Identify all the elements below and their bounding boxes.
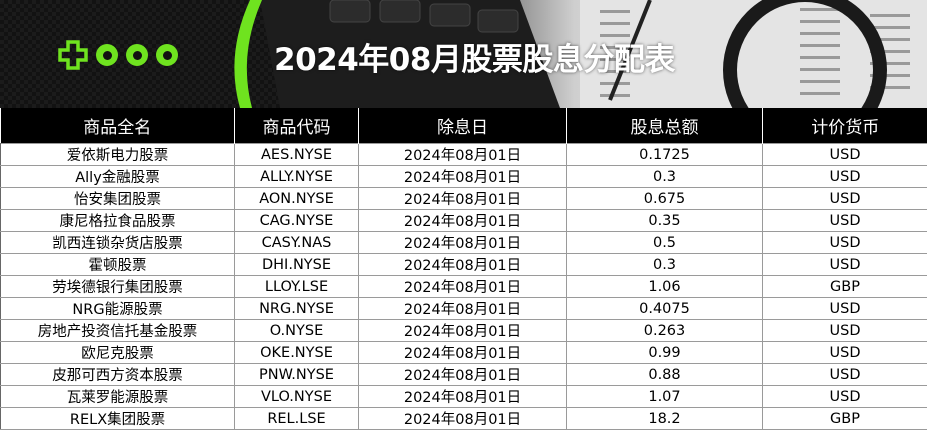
cell-ex-date: 2024年08月01日 (359, 298, 567, 320)
brand-dot-icon (126, 44, 148, 66)
cell-currency: USD (763, 342, 927, 364)
cell-dividend: 0.675 (567, 188, 763, 210)
table-row: NRG能源股票 NRG.NYSE 2024年08月01日 0.4075 USD (1, 298, 927, 320)
cell-currency: USD (763, 364, 927, 386)
cell-currency: USD (763, 320, 927, 342)
column-header-code: 商品代码 (235, 108, 359, 144)
cell-ex-date: 2024年08月01日 (359, 276, 567, 298)
cell-code: AON.NYSE (235, 188, 359, 210)
brand-dot-icon (156, 44, 178, 66)
cell-name: 凯西连锁杂货店股票 (1, 232, 235, 254)
cell-name: 皮那可西方资本股票 (1, 364, 235, 386)
cell-name: Ally金融股票 (1, 166, 235, 188)
cell-code: PNW.NYSE (235, 364, 359, 386)
table-row: RELX集团股票 REL.LSE 2024年08月01日 18.2 GBP (1, 408, 927, 430)
brand-dot-icon (96, 44, 118, 66)
table-row: Ally金融股票 ALLY.NYSE 2024年08月01日 0.3 USD (1, 166, 927, 188)
cell-code: ALLY.NYSE (235, 166, 359, 188)
cell-ex-date: 2024年08月01日 (359, 320, 567, 342)
cell-dividend: 0.1725 (567, 144, 763, 166)
table-row: 爱依斯电力股票 AES.NYSE 2024年08月01日 0.1725 USD (1, 144, 927, 166)
cell-name: 康尼格拉食品股票 (1, 210, 235, 232)
cell-name: 欧尼克股票 (1, 342, 235, 364)
cell-name: 瓦莱罗能源股票 (1, 386, 235, 408)
cell-currency: GBP (763, 276, 927, 298)
table-row: 霍顿股票 DHI.NYSE 2024年08月01日 0.3 USD (1, 254, 927, 276)
cell-ex-date: 2024年08月01日 (359, 232, 567, 254)
table-row: 皮那可西方资本股票 PNW.NYSE 2024年08月01日 0.88 USD (1, 364, 927, 386)
cell-code: CAG.NYSE (235, 210, 359, 232)
column-header-name: 商品全名 (1, 108, 235, 144)
cell-dividend: 1.07 (567, 386, 763, 408)
column-header-dividend: 股息总额 (567, 108, 763, 144)
cell-dividend: 0.35 (567, 210, 763, 232)
cell-code: O.NYSE (235, 320, 359, 342)
cell-code: AES.NYSE (235, 144, 359, 166)
cell-currency: USD (763, 232, 927, 254)
cell-currency: USD (763, 144, 927, 166)
cell-currency: GBP (763, 408, 927, 430)
cell-currency: USD (763, 188, 927, 210)
table-row: 房地产投资信托基金股票 O.NYSE 2024年08月01日 0.263 USD (1, 320, 927, 342)
table-row: 欧尼克股票 OKE.NYSE 2024年08月01日 0.99 USD (1, 342, 927, 364)
cell-dividend: 0.4075 (567, 298, 763, 320)
cell-ex-date: 2024年08月01日 (359, 210, 567, 232)
cell-currency: USD (763, 298, 927, 320)
cell-code: REL.LSE (235, 408, 359, 430)
table-row: 康尼格拉食品股票 CAG.NYSE 2024年08月01日 0.35 USD (1, 210, 927, 232)
cell-currency: USD (763, 254, 927, 276)
cell-dividend: 0.88 (567, 364, 763, 386)
cell-ex-date: 2024年08月01日 (359, 408, 567, 430)
brand-logo (58, 40, 178, 70)
cell-ex-date: 2024年08月01日 (359, 364, 567, 386)
cell-name: 怡安集团股票 (1, 188, 235, 210)
table-header-row: 商品全名 商品代码 除息日 股息总额 计价货币 (1, 108, 927, 144)
cell-dividend: 1.06 (567, 276, 763, 298)
page-title: 2024年08月股票股息分配表 (274, 34, 675, 79)
cell-name: 爱依斯电力股票 (1, 144, 235, 166)
cell-code: OKE.NYSE (235, 342, 359, 364)
cell-code: VLO.NYSE (235, 386, 359, 408)
cell-ex-date: 2024年08月01日 (359, 342, 567, 364)
cell-ex-date: 2024年08月01日 (359, 188, 567, 210)
table-row: 凯西连锁杂货店股票 CASY.NAS 2024年08月01日 0.5 USD (1, 232, 927, 254)
cell-ex-date: 2024年08月01日 (359, 144, 567, 166)
cell-dividend: 18.2 (567, 408, 763, 430)
cell-currency: USD (763, 210, 927, 232)
dividend-table: 商品全名 商品代码 除息日 股息总额 计价货币 爱依斯电力股票 AES.NYSE… (0, 108, 927, 430)
cell-dividend: 0.3 (567, 254, 763, 276)
cell-currency: USD (763, 166, 927, 188)
column-header-currency: 计价货币 (763, 108, 927, 144)
header-banner: 2024年08月股票股息分配表 (0, 0, 927, 108)
cell-dividend: 0.3 (567, 166, 763, 188)
plus-icon (58, 40, 88, 70)
table-row: 劳埃德银行集团股票 LLOY.LSE 2024年08月01日 1.06 GBP (1, 276, 927, 298)
cell-code: CASY.NAS (235, 232, 359, 254)
table-row: 瓦莱罗能源股票 VLO.NYSE 2024年08月01日 1.07 USD (1, 386, 927, 408)
cell-ex-date: 2024年08月01日 (359, 254, 567, 276)
cell-code: LLOY.LSE (235, 276, 359, 298)
cell-dividend: 0.5 (567, 232, 763, 254)
cell-name: RELX集团股票 (1, 408, 235, 430)
cell-code: NRG.NYSE (235, 298, 359, 320)
table-row: 怡安集团股票 AON.NYSE 2024年08月01日 0.675 USD (1, 188, 927, 210)
cell-ex-date: 2024年08月01日 (359, 166, 567, 188)
cell-dividend: 0.263 (567, 320, 763, 342)
cell-name: 劳埃德银行集团股票 (1, 276, 235, 298)
cell-ex-date: 2024年08月01日 (359, 386, 567, 408)
cell-name: 霍顿股票 (1, 254, 235, 276)
cell-name: NRG能源股票 (1, 298, 235, 320)
cell-name: 房地产投资信托基金股票 (1, 320, 235, 342)
cell-currency: USD (763, 386, 927, 408)
cell-dividend: 0.99 (567, 342, 763, 364)
cell-code: DHI.NYSE (235, 254, 359, 276)
column-header-ex-date: 除息日 (359, 108, 567, 144)
